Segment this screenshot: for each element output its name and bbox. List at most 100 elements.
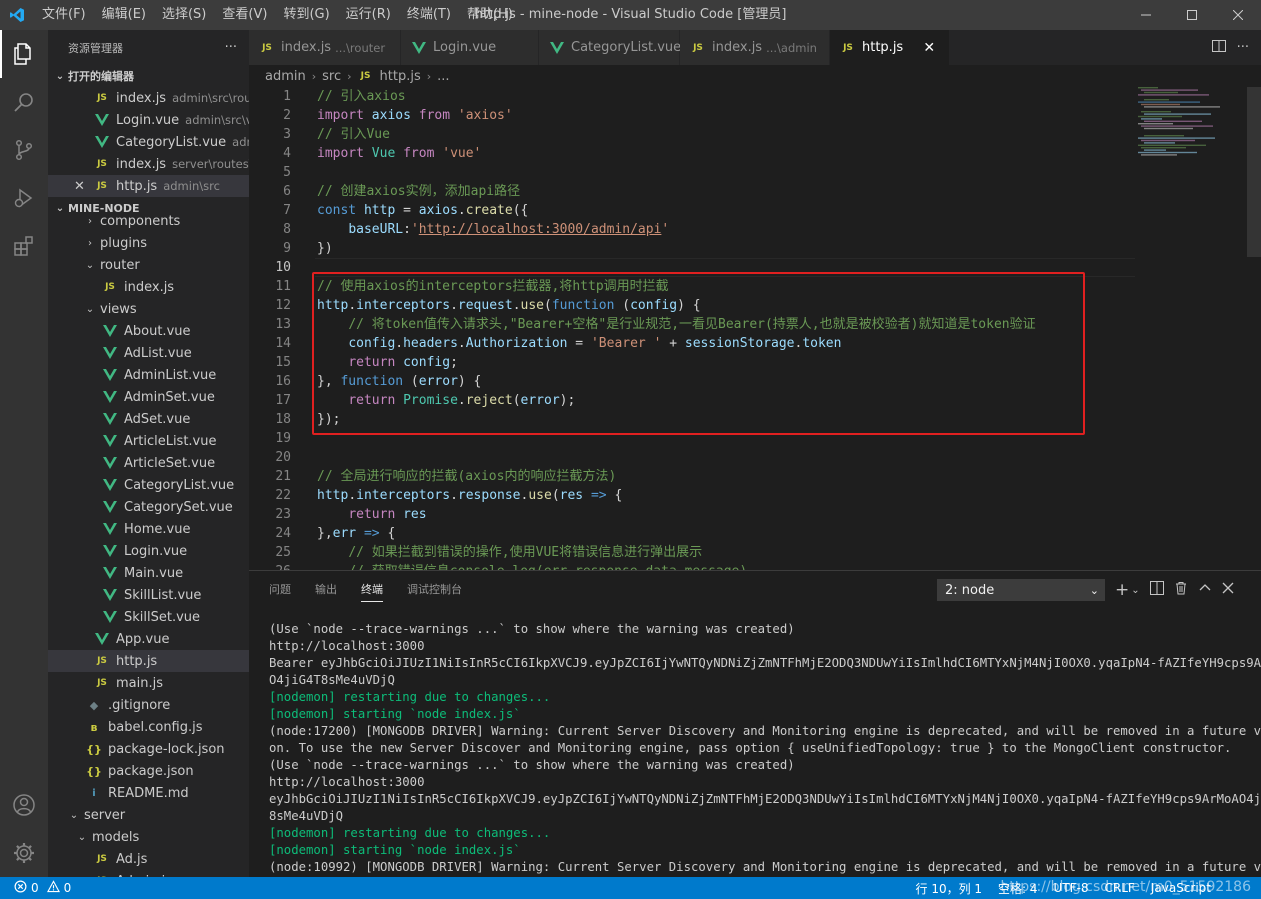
menu-item[interactable]: 文件(F) bbox=[34, 0, 94, 30]
trash-icon[interactable] bbox=[1174, 581, 1188, 599]
menu-item[interactable]: 帮助(H) bbox=[459, 0, 521, 30]
file-item[interactable]: CategorySet.vue bbox=[48, 496, 249, 518]
open-editor-item[interactable]: JS index.js server\routes\a... bbox=[48, 153, 249, 175]
menu-item[interactable]: 编辑(E) bbox=[94, 0, 154, 30]
code-line[interactable]: 5 bbox=[249, 163, 1149, 182]
file-item[interactable]: SkillList.vue bbox=[48, 584, 249, 606]
code-line[interactable]: 9}) bbox=[249, 239, 1149, 258]
more-actions-button[interactable]: ··· bbox=[225, 40, 237, 55]
run-debug-icon[interactable] bbox=[0, 174, 48, 222]
folder-item[interactable]: ⌄ router bbox=[48, 254, 249, 276]
open-editor-item[interactable]: Login.vue admin\src\vi... bbox=[48, 109, 249, 131]
code-line[interactable]: 4 import Vue from 'vue' bbox=[249, 144, 1149, 163]
code-line[interactable]: 24},err => { bbox=[249, 524, 1149, 543]
chevron-down-icon[interactable]: ⌄ bbox=[1131, 585, 1139, 596]
file-item[interactable]: JSAdmin.js bbox=[48, 870, 249, 878]
code-line[interactable]: 26 // 获取错误信息console.log(err.response.dat… bbox=[249, 562, 1149, 570]
accounts-icon[interactable] bbox=[0, 781, 48, 829]
code-line[interactable]: 20 bbox=[249, 448, 1149, 467]
file-item[interactable]: JS Ad.js bbox=[48, 848, 249, 870]
menu-item[interactable]: 运行(R) bbox=[338, 0, 399, 30]
open-editor-item[interactable]: ✕ JS http.js admin\src bbox=[48, 175, 249, 197]
manage-gear-icon[interactable] bbox=[0, 829, 48, 877]
folder-item[interactable]: › components bbox=[48, 210, 249, 232]
file-item[interactable]: i README.md bbox=[48, 782, 249, 804]
code-line[interactable]: 3 // 引入Vue bbox=[249, 125, 1149, 144]
menu-item[interactable]: 查看(V) bbox=[214, 0, 275, 30]
problems-status[interactable]: 0 0 bbox=[0, 880, 71, 896]
file-item[interactable]: AdminSet.vue bbox=[48, 386, 249, 408]
code-editor[interactable]: 1 // 引入axios 2 import axios from 'axios' 3 //… bbox=[249, 87, 1261, 570]
editor-scrollbar[interactable] bbox=[1247, 87, 1261, 570]
folder-item[interactable]: ⌄ models bbox=[48, 826, 249, 848]
breadcrumb-item[interactable]: ... bbox=[437, 69, 449, 84]
source-control-icon[interactable] bbox=[0, 126, 48, 174]
breadcrumb-item[interactable]: http.js bbox=[380, 69, 421, 84]
extensions-icon[interactable] bbox=[0, 222, 48, 270]
code-line[interactable]: 2 import axios from 'axios' bbox=[249, 106, 1149, 125]
file-item[interactable]: ArticleSet.vue bbox=[48, 452, 249, 474]
code-line[interactable]: 22 http.interceptors.response.use(res => … bbox=[249, 486, 1149, 505]
code-line[interactable]: 1 // 引入axios bbox=[249, 87, 1149, 106]
more-actions-icon[interactable]: ··· bbox=[1237, 40, 1249, 55]
menu-item[interactable]: 选择(S) bbox=[154, 0, 214, 30]
code-line[interactable]: 25 // 如果拦截到错误的操作,使用VUE将错误信息进行弹出展示 bbox=[249, 543, 1149, 562]
file-item[interactable]: AdSet.vue bbox=[48, 408, 249, 430]
file-item[interactable]: JS http.js bbox=[48, 650, 249, 672]
file-item[interactable]: {} package-lock.json bbox=[48, 738, 249, 760]
split-editor-icon[interactable] bbox=[1211, 38, 1227, 58]
code-line[interactable]: 6 // 创建axios实例，添加api路径 bbox=[249, 182, 1149, 201]
minimize-button[interactable] bbox=[1123, 0, 1169, 30]
code-line[interactable]: 21 // 全局进行响应的拦截(axios内的响应拦截方法) bbox=[249, 467, 1149, 486]
editor-tab[interactable]: JS index.js ...\admin bbox=[680, 30, 830, 65]
file-item[interactable]: JS index.js bbox=[48, 276, 249, 298]
folder-item[interactable]: › plugins bbox=[48, 232, 249, 254]
file-item[interactable]: SkillSet.vue bbox=[48, 606, 249, 628]
file-item[interactable]: App.vue bbox=[48, 628, 249, 650]
file-item[interactable]: AdminList.vue bbox=[48, 364, 249, 386]
terminal-output[interactable]: (Use `node --trace-warnings ...` to show… bbox=[269, 621, 1261, 876]
minimap[interactable] bbox=[1136, 87, 1246, 570]
open-editors-section[interactable]: ⌄ 打开的编辑器 bbox=[48, 65, 249, 87]
close-window-button[interactable] bbox=[1215, 0, 1261, 30]
file-item[interactable]: JS main.js bbox=[48, 672, 249, 694]
folder-item[interactable]: ⌄ server bbox=[48, 804, 249, 826]
panel-tab[interactable]: 问题 bbox=[269, 581, 291, 597]
code-line[interactable]: 23 return res bbox=[249, 505, 1149, 524]
file-item[interactable]: ArticleList.vue bbox=[48, 430, 249, 452]
search-icon[interactable] bbox=[0, 78, 48, 126]
cursor-position[interactable]: 行 10，列 1 bbox=[916, 880, 983, 897]
panel-tab[interactable]: 终端 bbox=[361, 581, 383, 602]
close-panel-icon[interactable] bbox=[1222, 582, 1234, 598]
explorer-icon[interactable] bbox=[0, 30, 48, 78]
file-item[interactable]: ʙ babel.config.js bbox=[48, 716, 249, 738]
breadcrumb-item[interactable]: src bbox=[322, 69, 341, 84]
code-line[interactable]: 8 baseURL:'http://localhost:3000/admin/a… bbox=[249, 220, 1149, 239]
editor-tab[interactable]: JS index.js ...\router bbox=[249, 30, 401, 65]
open-editor-item[interactable]: CategoryList.vue adm... bbox=[48, 131, 249, 153]
file-item[interactable]: CategoryList.vue bbox=[48, 474, 249, 496]
folder-item[interactable]: ⌄ views bbox=[48, 298, 249, 320]
close-icon[interactable]: ✕ bbox=[74, 179, 90, 194]
file-item[interactable]: Login.vue bbox=[48, 540, 249, 562]
terminal-select[interactable]: 2: node ⌄ bbox=[937, 579, 1105, 601]
file-item[interactable]: AdList.vue bbox=[48, 342, 249, 364]
menu-item[interactable]: 终端(T) bbox=[399, 0, 459, 30]
file-item[interactable]: About.vue bbox=[48, 320, 249, 342]
editor-tab[interactable]: JS http.js ✕ bbox=[830, 30, 950, 65]
new-terminal-icon[interactable]: + bbox=[1115, 580, 1129, 600]
panel-tab[interactable]: 调试控制台 bbox=[407, 581, 462, 597]
close-tab-icon[interactable]: ✕ bbox=[921, 40, 937, 56]
maximize-button[interactable] bbox=[1169, 0, 1215, 30]
menu-item[interactable]: 转到(G) bbox=[275, 0, 337, 30]
breadcrumb-item[interactable]: admin bbox=[265, 69, 306, 84]
maximize-panel-icon[interactable] bbox=[1198, 581, 1212, 599]
file-item[interactable]: {} package.json bbox=[48, 760, 249, 782]
file-item[interactable]: Home.vue bbox=[48, 518, 249, 540]
editor-tab[interactable]: Login.vue bbox=[401, 30, 539, 65]
code-line[interactable]: 7 const http = axios.create({ bbox=[249, 201, 1149, 220]
split-terminal-icon[interactable] bbox=[1149, 581, 1164, 599]
panel-tab[interactable]: 输出 bbox=[315, 581, 337, 597]
open-editor-item[interactable]: JS index.js admin\src\router bbox=[48, 87, 249, 109]
file-item[interactable]: ◆ .gitignore bbox=[48, 694, 249, 716]
